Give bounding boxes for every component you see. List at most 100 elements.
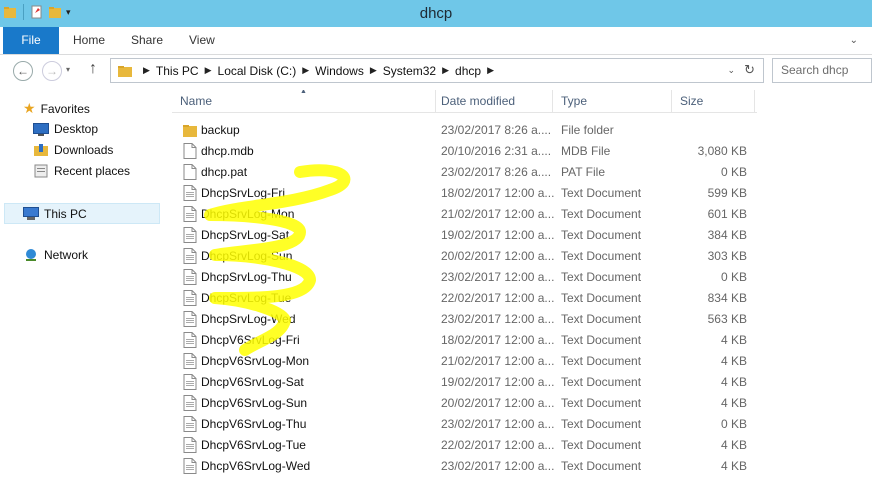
file-name: DhcpV6SrvLog-Thu (201, 417, 307, 431)
file-icon (183, 164, 197, 180)
file-name: DhcpSrvLog-Thu (201, 270, 292, 284)
column-size[interactable]: Size (672, 90, 755, 112)
file-date-modified: 20/10/2016 2:31 a.... (441, 144, 552, 158)
address-dropdown-icon[interactable]: ⌄ (727, 65, 735, 76)
back-button[interactable]: ← (13, 61, 33, 81)
column-type[interactable]: Type (553, 90, 672, 112)
file-size: 4 KB (720, 375, 747, 389)
nav-desktop-label: Desktop (54, 122, 99, 136)
column-header-row: ▲ Name Date modified Type Size (172, 90, 757, 113)
nav-favorites[interactable]: ★ Favorites (23, 100, 90, 117)
file-size: 834 KB (707, 291, 747, 305)
text-document-icon (183, 374, 197, 390)
file-row[interactable]: DhcpV6SrvLog-Mon 21/02/2017 12:00 a... Tex… (172, 351, 757, 372)
breadcrumb-dhcp[interactable]: dhcp (455, 64, 481, 78)
title-bar: ▾ dhcp (0, 0, 872, 27)
window-title: dhcp (419, 5, 453, 22)
file-row[interactable]: DhcpV6SrvLog-Sun 20/02/2017 12:00 a... Tex… (172, 393, 757, 414)
file-row[interactable]: DhcpSrvLog-Sun 20/02/2017 12:00 a... Text … (172, 246, 757, 267)
breadcrumb-arrow-icon[interactable]: ▶ (370, 65, 377, 76)
breadcrumb-arrow-icon[interactable]: ▶ (487, 65, 494, 76)
file-size: 0 KB (720, 270, 747, 284)
address-bar[interactable]: ▶ This PC ▶ Local Disk (C:) ▶ Windows ▶ … (110, 58, 764, 83)
file-type: Text Document (561, 249, 642, 263)
file-row[interactable]: DhcpSrvLog-Fri 18/02/2017 12:00 a... Text … (172, 183, 757, 204)
nav-desktop[interactable]: Desktop (33, 122, 98, 136)
ribbon: File Home Share View ⌄ (0, 27, 872, 55)
breadcrumb-local-disk[interactable]: Local Disk (C:) (218, 64, 297, 78)
recent-locations-icon[interactable]: ▾ (66, 65, 70, 74)
forward-button[interactable]: → (42, 61, 62, 81)
tab-view[interactable]: View (189, 27, 215, 54)
file-date-modified: 18/02/2017 12:00 a... (441, 186, 555, 200)
column-date-modified[interactable]: Date modified (433, 90, 553, 112)
computer-icon (23, 207, 39, 220)
nav-network[interactable]: Network (23, 248, 88, 262)
file-date-modified: 21/02/2017 12:00 a... (441, 354, 555, 368)
text-document-icon (183, 332, 197, 348)
nav-network-label: Network (44, 248, 89, 262)
tab-file[interactable]: File (3, 27, 59, 54)
file-type: MDB File (561, 144, 611, 158)
nav-recent-places[interactable]: Recent places (33, 164, 130, 178)
file-size: 3,080 KB (697, 144, 747, 158)
file-name: backup (201, 123, 240, 137)
file-size: 303 KB (707, 249, 747, 263)
breadcrumb-arrow-icon[interactable]: ▶ (442, 65, 449, 76)
nav-downloads[interactable]: Downloads (33, 143, 113, 157)
file-row[interactable]: DhcpV6SrvLog-Tue 22/02/2017 12:00 a... Tex… (172, 435, 757, 456)
file-date-modified: 18/02/2017 12:00 a... (441, 333, 555, 347)
text-document-icon (183, 269, 197, 285)
file-row[interactable]: dhcp.pat 23/02/2017 8:26 a.... PAT File 0 K… (172, 162, 757, 183)
file-row[interactable]: DhcpSrvLog-Wed 23/02/2017 12:00 a... Text … (172, 309, 757, 330)
nav-downloads-label: Downloads (54, 143, 114, 157)
file-name: DhcpSrvLog-Sat (201, 228, 290, 242)
file-type: Text Document (561, 396, 642, 410)
text-document-icon (183, 227, 197, 243)
text-document-icon (183, 248, 197, 264)
nav-this-pc[interactable]: This PC (4, 203, 160, 224)
file-type: File folder (561, 123, 614, 137)
breadcrumb-windows[interactable]: Windows (315, 64, 364, 78)
star-icon: ★ (23, 100, 36, 116)
breadcrumb-system32[interactable]: System32 (383, 64, 436, 78)
file-name: dhcp.mdb (201, 144, 254, 158)
file-date-modified: 23/02/2017 12:00 a... (441, 312, 555, 326)
downloads-icon (34, 144, 48, 156)
file-row[interactable]: dhcp.mdb 20/10/2016 2:31 a.... MDB File 3,0… (172, 141, 757, 162)
column-name[interactable]: Name (172, 90, 436, 112)
file-row[interactable]: DhcpV6SrvLog-Wed 23/02/2017 12:00 a... Tex… (172, 456, 757, 477)
file-list: ▲ Name Date modified Type Size backup 23/… (172, 90, 872, 485)
file-type: Text Document (561, 228, 642, 242)
file-size: 599 KB (707, 186, 747, 200)
file-row[interactable]: DhcpV6SrvLog-Fri 18/02/2017 12:00 a... Tex… (172, 330, 757, 351)
breadcrumb-arrow-icon[interactable]: ▶ (205, 65, 212, 76)
nav-recent-label: Recent places (54, 164, 131, 178)
search-input[interactable]: Search dhcp (772, 58, 872, 83)
forward-arrow-icon: → (46, 64, 58, 78)
file-row[interactable]: DhcpV6SrvLog-Thu 23/02/2017 12:00 a... Tex… (172, 414, 757, 435)
file-type: Text Document (561, 459, 642, 473)
text-document-icon (183, 290, 197, 306)
file-row[interactable]: backup 23/02/2017 8:26 a.... File folder (172, 120, 757, 141)
recent-places-icon (34, 164, 48, 178)
file-name: dhcp.pat (201, 165, 248, 179)
text-document-icon (183, 458, 197, 474)
expand-ribbon-icon[interactable]: ⌄ (850, 35, 858, 46)
file-row[interactable]: DhcpSrvLog-Sat 19/02/2017 12:00 a... Text … (172, 225, 757, 246)
up-button[interactable]: ↑ (89, 60, 97, 78)
file-row[interactable]: DhcpSrvLog-Thu 23/02/2017 12:00 a... Text … (172, 267, 757, 288)
file-icon (183, 143, 197, 159)
breadcrumb-arrow-icon[interactable]: ▶ (302, 65, 309, 76)
refresh-icon[interactable]: ↻ (744, 62, 755, 78)
tab-share[interactable]: Share (131, 27, 163, 54)
tab-home[interactable]: Home (73, 27, 105, 54)
file-row[interactable]: DhcpSrvLog-Tue 22/02/2017 12:00 a... Text … (172, 288, 757, 309)
breadcrumb-this-pc[interactable]: This PC (156, 64, 199, 78)
navigation-pane: ★ Favorites Desktop Downloads Recent pla… (0, 90, 162, 485)
file-row[interactable]: DhcpV6SrvLog-Sat 19/02/2017 12:00 a... Tex… (172, 372, 757, 393)
file-row[interactable]: DhcpSrvLog-Mon 21/02/2017 12:00 a... Text … (172, 204, 757, 225)
text-document-icon (183, 353, 197, 369)
breadcrumb-arrow-icon[interactable]: ▶ (143, 65, 150, 76)
navigation-bar: ← → ▾ ↑ ▶ This PC ▶ Local Disk (C:) ▶ Wi… (0, 55, 872, 87)
